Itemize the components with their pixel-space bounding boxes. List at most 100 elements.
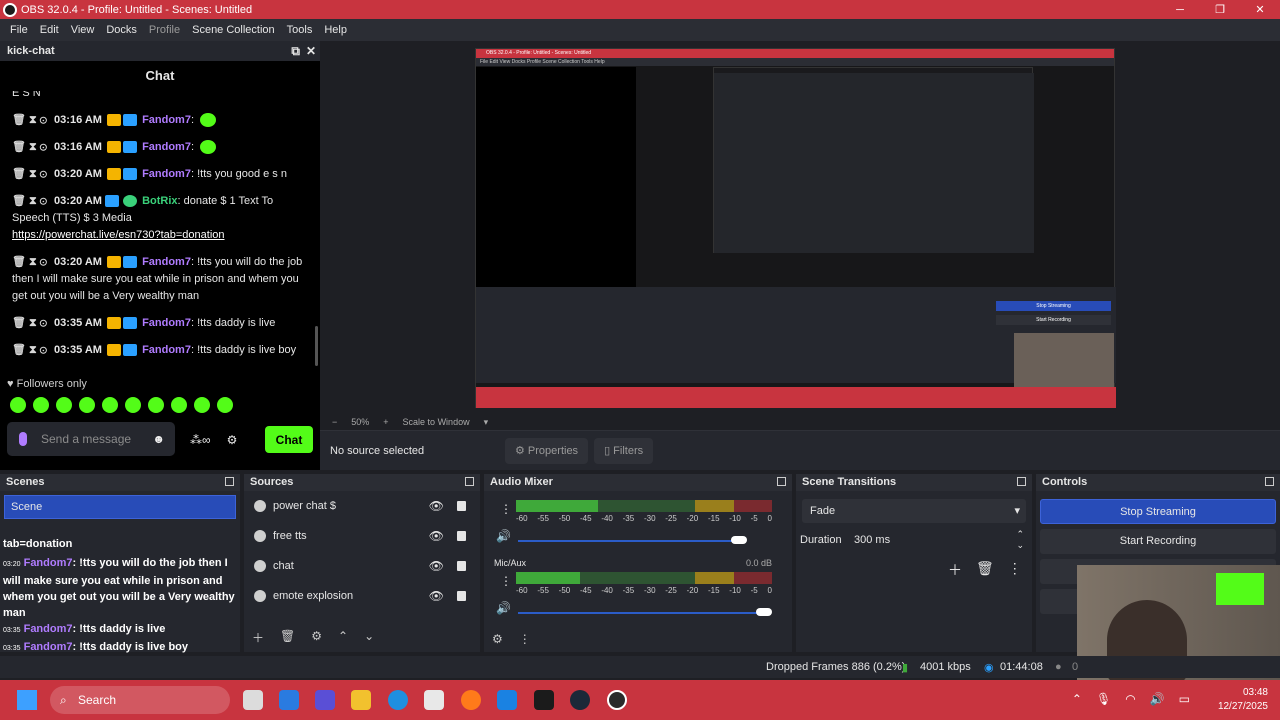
channel-menu-icon[interactable]: ⋮	[500, 502, 512, 516]
widgets-icon[interactable]	[279, 690, 299, 710]
chevron-down-icon[interactable]: ▾	[484, 417, 489, 428]
mic-tray-icon[interactable]: 🎙	[1096, 692, 1111, 706]
windows-start-icon[interactable]	[17, 690, 37, 710]
username[interactable]: Fandom7	[142, 114, 191, 126]
stop-streaming-button[interactable]: Stop Streaming	[1040, 499, 1276, 524]
undock-icon[interactable]	[465, 477, 474, 486]
source-item[interactable]: emote explosion 👁	[244, 581, 480, 611]
wifi-icon[interactable]: ◠	[1125, 692, 1135, 706]
add-transition-icon[interactable]: ＋	[948, 560, 962, 580]
menu-profile[interactable]: Profile	[143, 24, 186, 36]
close-button[interactable]: ✕	[1240, 0, 1280, 19]
taskbar-clock[interactable]: 03:48 12/27/2025	[1218, 686, 1268, 714]
file-explorer-icon[interactable]	[351, 690, 371, 710]
lock-icon[interactable]	[457, 501, 466, 511]
emote-icon[interactable]	[217, 397, 233, 413]
undock-icon[interactable]	[777, 477, 786, 486]
move-up-icon[interactable]: ⌃	[338, 629, 348, 646]
dropbox-icon[interactable]	[497, 690, 517, 710]
lock-icon[interactable]	[457, 591, 466, 601]
steam-icon[interactable]	[570, 690, 590, 710]
source-item[interactable]: chat 👁	[244, 551, 480, 581]
menu-tools[interactable]: Tools	[281, 24, 319, 36]
lock-icon[interactable]	[457, 561, 466, 571]
chat-scrollbar[interactable]	[315, 326, 318, 366]
properties-button[interactable]: ⚙ Properties	[505, 437, 589, 464]
donation-link[interactable]: https://powerchat.live/esn730?tab=donati…	[12, 229, 225, 241]
undock-icon[interactable]: ⧉	[291, 44, 300, 59]
eye-icon[interactable]: 👁	[429, 559, 444, 573]
menu-file[interactable]: File	[4, 24, 34, 36]
transition-menu-icon[interactable]: ⋮	[1008, 560, 1022, 580]
advanced-audio-icon[interactable]: ⚙	[492, 632, 503, 646]
mod-tools-icon[interactable]: 🗑 ⧗ ⊙	[12, 168, 47, 180]
zoom-in-icon[interactable]: +	[383, 417, 388, 427]
volume-slider-knob[interactable]	[731, 536, 748, 544]
filters-button[interactable]: ▯ Filters	[594, 437, 654, 464]
preview-area[interactable]: OBS 32.0.4 - Profile: Untitled - Scenes:…	[320, 41, 1280, 430]
users-icon[interactable]: ⁂∞	[190, 433, 211, 447]
minimize-button[interactable]: ─	[1160, 0, 1200, 19]
source-settings-icon[interactable]: ⚙	[311, 629, 322, 646]
eye-icon[interactable]: 👁	[429, 529, 444, 543]
add-source-icon[interactable]: ＋	[252, 629, 264, 646]
username[interactable]: Fandom7	[142, 256, 191, 268]
speaker-icon[interactable]: 🔊	[496, 529, 511, 543]
volume-slider[interactable]	[518, 612, 764, 614]
source-item[interactable]: free tts 👁	[244, 521, 480, 551]
send-message-input[interactable]: Send a message ☻	[7, 422, 175, 456]
taskbar-search[interactable]: ⌕ Search	[50, 686, 230, 714]
preview-canvas[interactable]: OBS 32.0.4 - Profile: Untitled - Scenes:…	[475, 48, 1116, 408]
emoji-icon[interactable]: ☻	[152, 432, 165, 446]
menu-scene-collection[interactable]: Scene Collection	[186, 24, 281, 36]
edge-icon[interactable]	[388, 690, 408, 710]
start-recording-button[interactable]: Start Recording	[1040, 529, 1276, 554]
username[interactable]: Fandom7	[142, 344, 191, 356]
emote-icon[interactable]	[102, 397, 118, 413]
volume-slider-knob[interactable]	[756, 608, 772, 616]
undock-icon[interactable]	[1265, 477, 1274, 486]
menu-docks[interactable]: Docks	[100, 24, 143, 36]
emote-icon[interactable]	[148, 397, 164, 413]
scale-mode[interactable]: Scale to Window	[403, 417, 470, 427]
username[interactable]: Fandom7	[142, 141, 191, 153]
emote-icon[interactable]	[194, 397, 210, 413]
duration-stepper[interactable]: ⌃ ⌄	[1016, 529, 1024, 551]
channel-menu-icon[interactable]: ⋮	[500, 574, 512, 588]
obs-taskbar-icon[interactable]	[607, 690, 627, 710]
settings-gear-icon[interactable]: ⚙	[227, 433, 238, 447]
maximize-button[interactable]: ❐	[1200, 0, 1240, 19]
username[interactable]: Fandom7	[142, 168, 191, 180]
store-icon[interactable]	[424, 690, 444, 710]
remove-transition-icon[interactable]: 🗑	[976, 560, 994, 580]
notion-icon[interactable]	[534, 690, 554, 710]
emote-icon[interactable]	[56, 397, 72, 413]
mod-tools-icon[interactable]: 🗑 ⧗ ⊙	[12, 317, 47, 329]
menu-help[interactable]: Help	[318, 24, 353, 36]
menu-edit[interactable]: Edit	[34, 24, 65, 36]
emote-icon[interactable]	[79, 397, 95, 413]
mod-tools-icon[interactable]: 🗑 ⧗ ⊙	[12, 195, 47, 207]
volume-slider[interactable]	[518, 540, 740, 542]
remove-source-icon[interactable]: 🗑	[280, 629, 295, 646]
eye-icon[interactable]: 👁	[429, 499, 444, 513]
mic-icon[interactable]	[19, 432, 27, 446]
task-view-icon[interactable]	[243, 690, 263, 710]
chat-send-button[interactable]: Chat	[265, 426, 313, 453]
mod-tools-icon[interactable]: 🗑 ⧗ ⊙	[12, 256, 47, 268]
mixer-menu-icon[interactable]: ⋮	[519, 632, 531, 646]
chevron-up-icon[interactable]: ⌃	[1072, 692, 1082, 706]
duration-input[interactable]: 300 ms	[854, 534, 890, 546]
mod-tools-icon[interactable]: 🗑 ⧗ ⊙	[12, 141, 47, 153]
move-down-icon[interactable]: ⌄	[364, 629, 374, 646]
lock-icon[interactable]	[457, 531, 466, 541]
undock-icon[interactable]	[225, 477, 234, 486]
username[interactable]: BotRix	[142, 195, 177, 207]
close-dock-icon[interactable]: ✕	[306, 44, 316, 59]
zoom-out-icon[interactable]: −	[332, 417, 337, 427]
username[interactable]: Fandom7	[142, 317, 191, 329]
emote-icon[interactable]	[171, 397, 187, 413]
mod-tools-icon[interactable]: 🗑 ⧗ ⊙	[12, 344, 47, 356]
firefox-icon[interactable]	[461, 690, 481, 710]
speaker-icon[interactable]: 🔊	[496, 601, 511, 615]
